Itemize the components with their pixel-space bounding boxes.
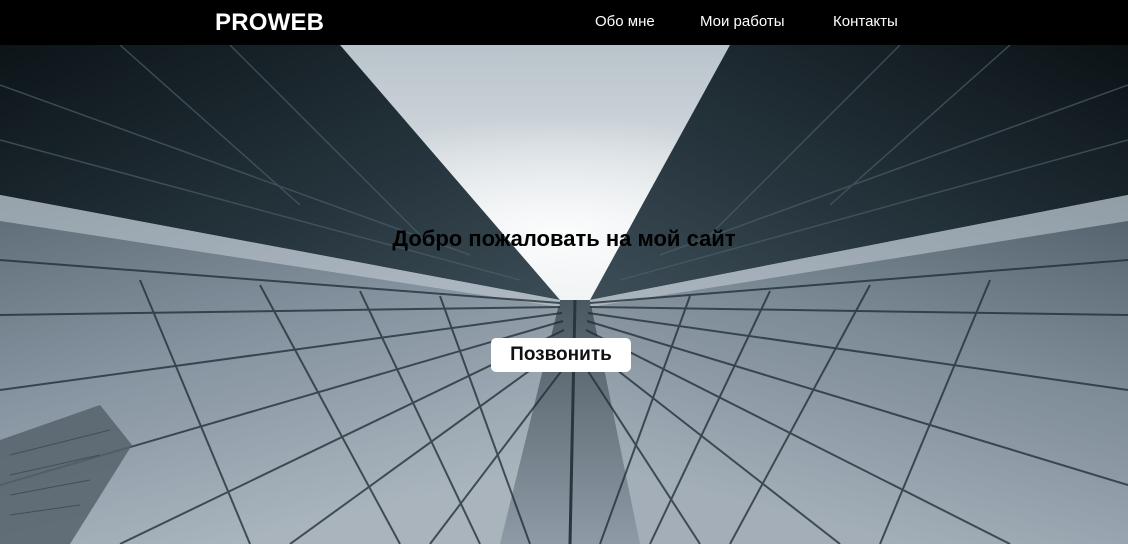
site-header: PROWEB Обо мне Мои работы Контакты xyxy=(0,0,1128,45)
hero-title: Добро пожаловать на мой сайт xyxy=(392,226,736,251)
nav-link-works[interactable]: Мои работы xyxy=(700,13,785,31)
page: PROWEB Обо мне Мои работы Контакты Добро… xyxy=(0,0,1128,544)
call-button[interactable]: Позвонить xyxy=(491,338,631,372)
hero-section: Добро пожаловать на мой сайт Позвонить xyxy=(0,45,1128,544)
nav-link-contacts[interactable]: Контакты xyxy=(833,13,898,31)
hero-background-image xyxy=(0,45,1128,544)
site-logo[interactable]: PROWEB xyxy=(215,9,324,36)
nav-link-about[interactable]: Обо мне xyxy=(595,13,655,31)
